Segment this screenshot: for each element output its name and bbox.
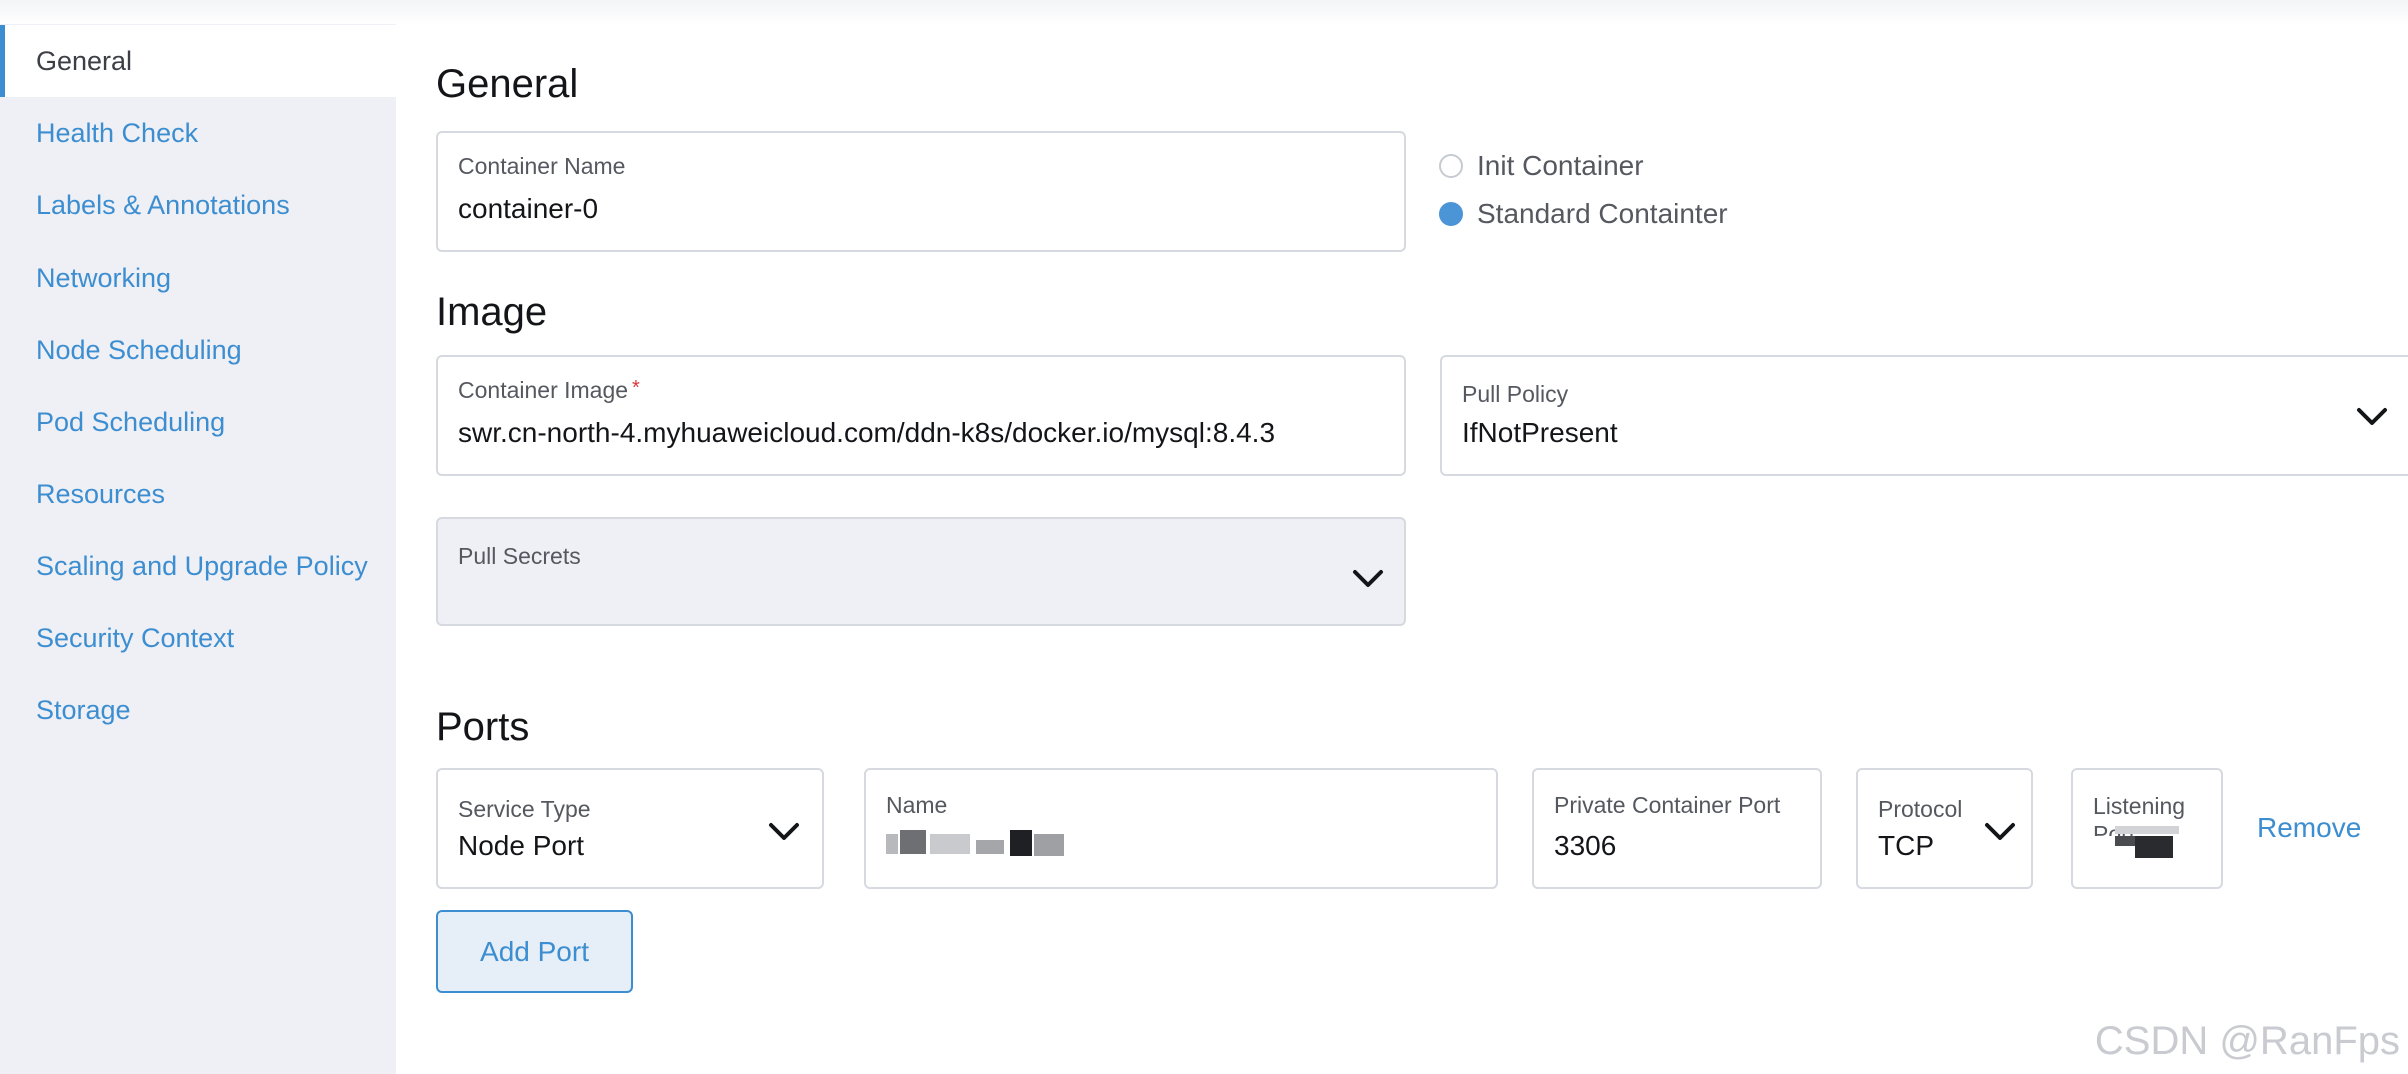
container-image-field[interactable]: Container Image * swr.cn-north-4.myhuawei… — [436, 355, 1406, 476]
sidebar-item-labels-annotations[interactable]: Labels & Annotations — [0, 169, 396, 241]
pull-secrets-label: Pull Secrets — [458, 543, 581, 569]
pull-policy-value: IfNotPresent — [1462, 417, 1618, 448]
private-container-port-field[interactable]: Private Container Port 3306 — [1532, 768, 1822, 889]
section-title-ports: Ports — [436, 705, 530, 749]
radio-init-container[interactable]: Init Container — [1439, 150, 1644, 182]
sidebar-item-scaling-upgrade-policy[interactable]: Scaling and Upgrade Policy — [0, 530, 396, 602]
pull-policy-select[interactable]: Pull Policy IfNotPresent — [1440, 355, 2408, 476]
sidebar-item-storage[interactable]: Storage — [0, 674, 396, 746]
required-mark: * — [632, 377, 640, 399]
port-name-label: Name — [886, 792, 948, 818]
chevron-down-icon[interactable] — [768, 822, 800, 842]
sidebar-item-security-context[interactable]: Security Context — [0, 602, 396, 674]
service-type-select[interactable]: Service Type Node Port — [436, 768, 824, 889]
section-title-image: Image — [436, 290, 548, 334]
sidebar-item-pod-scheduling[interactable]: Pod Scheduling — [0, 386, 396, 458]
port-name-field[interactable]: Name — [864, 768, 1498, 889]
protocol-value: TCP — [1878, 830, 1934, 861]
radio-standard-container[interactable]: Standard Containter — [1439, 198, 1728, 230]
sidebar-item-health-check[interactable]: Health Check — [0, 97, 396, 169]
container-name-label: Container Name — [458, 153, 626, 179]
protocol-select[interactable]: Protocol TCP — [1856, 768, 2033, 889]
main-content: General Container Name container-0 Init … — [396, 0, 2408, 1074]
sidebar-item-networking[interactable]: Networking — [0, 242, 396, 314]
service-type-label: Service Type — [458, 796, 591, 822]
redacted-name-value — [886, 830, 1076, 858]
pull-policy-label: Pull Policy — [1462, 381, 1569, 407]
sidebar-item-resources[interactable]: Resources — [0, 458, 396, 530]
radio-checked-icon — [1439, 202, 1463, 226]
private-container-port-label: Private Container Port — [1554, 792, 1781, 818]
protocol-label: Protocol — [1878, 796, 1963, 822]
service-type-value: Node Port — [458, 830, 585, 861]
section-title-general: General — [436, 62, 579, 106]
radio-init-container-label: Init Container — [1477, 150, 1644, 181]
container-name-value[interactable]: container-0 — [458, 193, 598, 225]
sidebar-item-node-scheduling[interactable]: Node Scheduling — [0, 314, 396, 386]
chevron-down-icon[interactable] — [1352, 569, 1384, 589]
remove-port-link[interactable]: Remove — [2257, 812, 2361, 844]
sidebar-item-general[interactable]: General — [0, 25, 396, 97]
pull-secrets-select[interactable]: Pull Secrets — [436, 517, 1406, 626]
chevron-down-icon[interactable] — [2356, 407, 2388, 427]
sidebar-nav: General Health Check Labels & Annotation… — [0, 24, 396, 1074]
private-container-port-value[interactable]: 3306 — [1554, 830, 1616, 862]
watermark: CSDN @RanFps — [2094, 1019, 2400, 1063]
redacted-listening-port-value — [2115, 826, 2185, 860]
radio-unchecked-icon — [1439, 154, 1463, 178]
container-image-label: Container Image * — [458, 377, 640, 403]
listening-port-field[interactable]: Listening Port — [2071, 768, 2223, 889]
radio-standard-container-label: Standard Containter — [1477, 198, 1728, 229]
container-image-value[interactable]: swr.cn-north-4.myhuaweicloud.com/ddn-k8s… — [458, 417, 1275, 449]
add-port-button[interactable]: Add Port — [436, 910, 633, 993]
chevron-down-icon[interactable] — [1984, 822, 2016, 842]
container-name-field[interactable]: Container Name container-0 — [436, 131, 1406, 252]
